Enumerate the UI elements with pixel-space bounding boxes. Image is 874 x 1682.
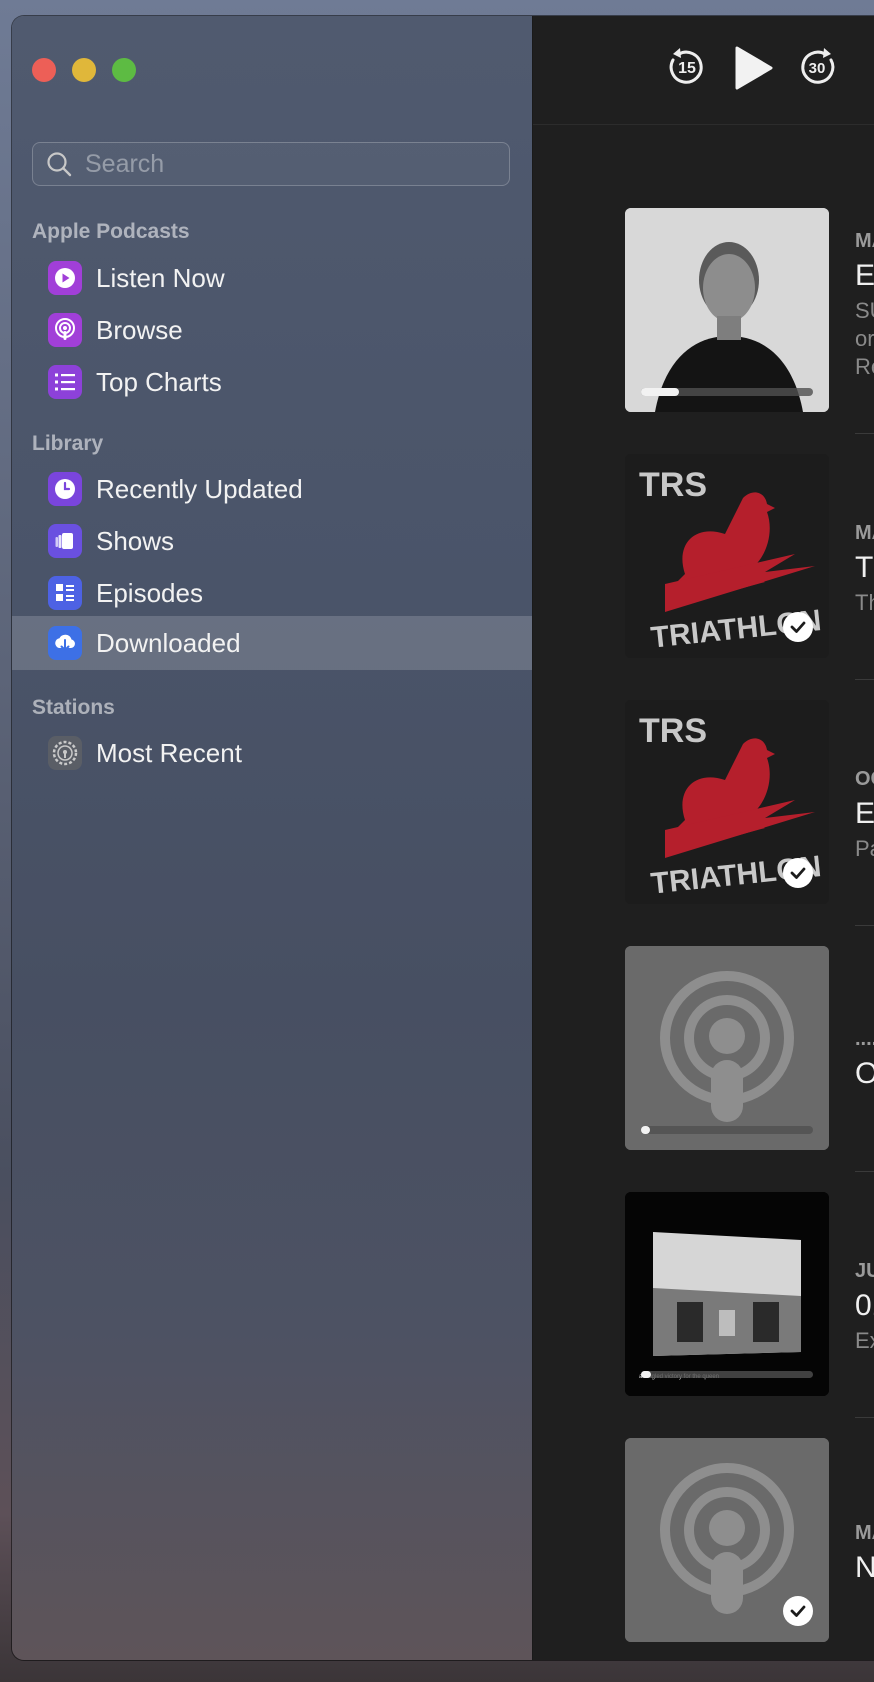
downloaded-check-icon [783,1596,813,1626]
episode-title: OD [855,1057,874,1090]
episode-date: MA [855,522,874,544]
row-divider [855,925,874,926]
episode-date: JUI [855,1260,874,1282]
sidebar-item-listen-now[interactable]: Listen Now [12,251,532,305]
episode-info[interactable]: MA Ep SU orc Ref [855,230,874,381]
episode-progress-bar [641,1126,813,1134]
minimize-button[interactable] [72,58,96,82]
logo-text-top: TRS [639,712,707,750]
episode-title: Na [855,1551,874,1584]
row-divider [855,1171,874,1172]
stack-icon [48,524,82,558]
episode-description-line: Par [855,836,874,861]
episode-progress-bar [641,388,813,396]
field-photo: a singled victory for the queen [625,1192,829,1396]
episode-description: SU orc Ref [855,297,874,381]
sidebar-item-shows[interactable]: Shows [12,514,532,568]
sidebar-item-label: Browse [96,314,183,345]
sidebar-item-label: Listen Now [96,262,225,293]
episode-artwork[interactable]: a singled victory for the queen [625,1192,829,1396]
progress-fill [641,388,679,396]
episode-title: Ep [855,797,874,830]
episode-date: MA [855,1522,874,1544]
skip-back-label: 15 [678,60,696,77]
skip-forward-button[interactable]: 30 [797,46,837,86]
episode-title: TR [855,551,874,584]
sidebar-item-label: Downloaded [96,627,241,658]
skip-back-button[interactable]: 15 [667,46,707,86]
progress-fill [641,1371,652,1378]
play-button[interactable] [733,46,773,90]
sidebar-item-downloaded[interactable]: Downloaded [12,616,532,670]
episode-artwork[interactable]: TRS TRIATHLON [625,454,829,658]
grid-list-icon [48,576,82,610]
episode-description: Exc [855,1327,874,1355]
episode-info[interactable]: OC Ep Par [855,768,874,863]
sidebar-item-browse[interactable]: Browse [12,303,532,357]
section-stations: Stations [32,696,115,719]
downloaded-check-icon [783,858,813,888]
row-divider [855,1417,874,1418]
episode-info[interactable]: .... OD [855,1028,874,1091]
sidebar-item-recently-updated[interactable]: Recently Updated [12,462,532,516]
logo-text-top: TRS [639,466,707,504]
download-cloud-icon [48,626,82,660]
portrait-photo [625,208,829,412]
episode-description-line: orc [855,326,874,351]
section-library: Library [32,432,104,455]
section-apple-podcasts: Apple Podcasts [32,220,190,243]
episode-artwork[interactable] [625,208,829,412]
episode-description-line: The [855,590,874,615]
episode-description-line: Ref [855,354,874,379]
close-button[interactable] [32,58,56,82]
search-icon [47,152,72,177]
row-divider [855,679,874,680]
episode-date: OC [855,768,874,790]
episode-info[interactable]: MA TR The [855,522,874,617]
gear-icon [48,736,82,770]
episode-description: The [855,589,874,617]
episode-date: .... [855,1028,874,1050]
search-input[interactable] [83,148,487,180]
sidebar-item-label: Most Recent [96,737,242,768]
episode-artwork[interactable] [625,1438,829,1642]
episode-progress-bar [641,1371,813,1378]
podcast-icon [48,313,82,347]
episode-title: Ep [855,259,874,292]
playback-toolbar: 15 30 [533,16,874,125]
sidebar-item-episodes[interactable]: Episodes [12,566,532,620]
episode-info[interactable]: MA Na [855,1522,874,1585]
podcasts-window: Apple Podcasts Listen Now Browse Top Cha… [12,16,874,1660]
episode-artwork[interactable]: TRS TRIATHLON [625,700,829,904]
skip-forward-label: 30 [809,60,826,77]
sidebar-item-label: Shows [96,525,175,556]
episode-artwork[interactable] [625,946,829,1150]
episode-description-line: Exc [855,1328,874,1353]
sidebar-item-label: Top Charts [96,366,222,397]
search-field[interactable] [32,142,510,186]
episode-description-line: SU [855,298,874,323]
sidebar-item-label: Recently Updated [96,473,303,504]
episode-title: 01 [855,1289,874,1322]
sidebar-item-top-charts[interactable]: Top Charts [12,355,532,409]
window-controls [32,58,136,82]
sidebar-item-most-recent[interactable]: Most Recent [12,726,532,780]
sidebar: Apple Podcasts Listen Now Browse Top Cha… [12,16,533,1660]
sidebar-item-label: Episodes [96,577,203,608]
zoom-button[interactable] [112,58,136,82]
row-divider [855,433,874,434]
episode-list-pane: 15 30 MA Ep [533,16,874,1660]
clock-icon [48,472,82,506]
list-icon [48,365,82,399]
podcast-placeholder-icon [625,946,829,1150]
downloaded-check-icon [783,612,813,642]
episode-info[interactable]: JUI 01 Exc [855,1260,874,1355]
progress-fill [641,1126,650,1134]
episode-date: MA [855,230,874,252]
episode-description: Par [855,835,874,863]
listen-now-icon [48,261,82,295]
